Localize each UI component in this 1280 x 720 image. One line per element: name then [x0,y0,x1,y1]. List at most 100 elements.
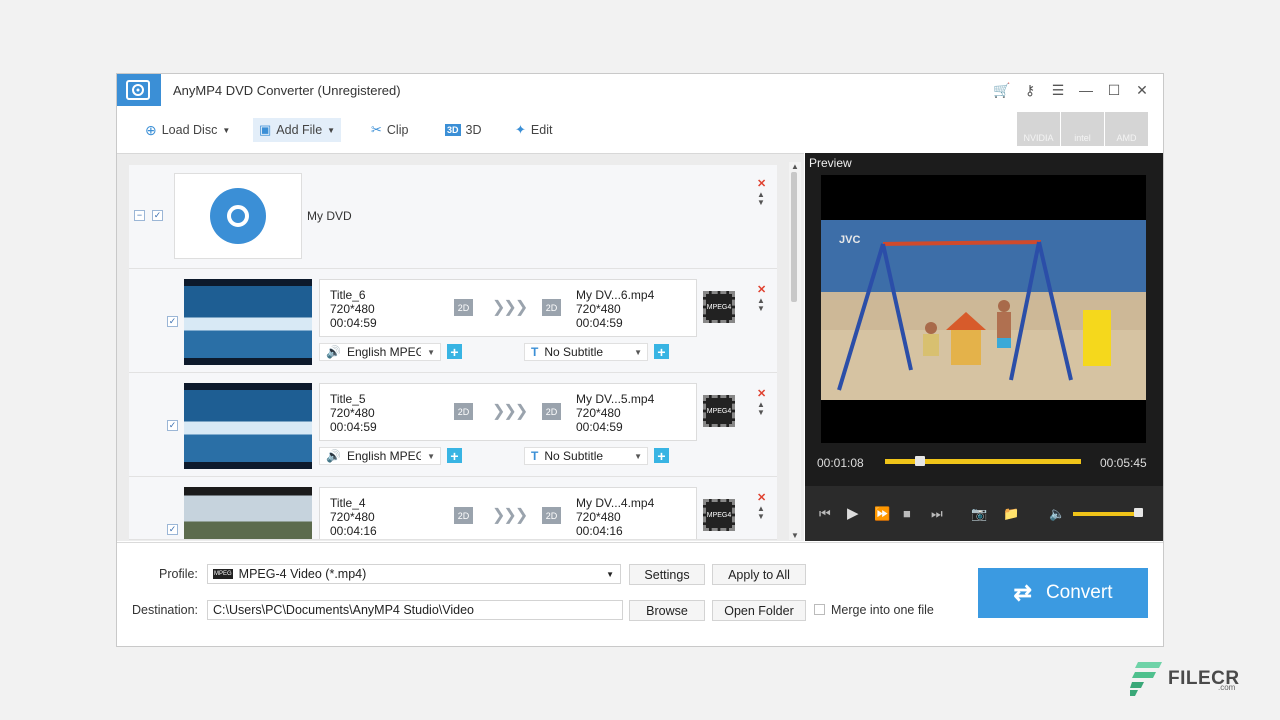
destination-input[interactable]: C:\Users\PC\Documents\AnyMP4 Studio\Vide… [207,600,623,620]
2d-badge: 2D [542,507,561,524]
format-icon[interactable]: MPEG4 [703,499,735,531]
reorder-arrows[interactable]: ▲▼ [757,191,765,207]
camera-icon[interactable]: 📷 [971,506,987,522]
output-duration: 00:04:59 [576,420,654,434]
audio-value: English MPEG [347,345,421,359]
add-audio-button[interactable]: + [447,344,462,359]
volume-slider[interactable] [1073,512,1143,516]
previous-icon[interactable]: ⏮ [819,506,831,522]
next-icon[interactable]: ⏭ [931,506,943,522]
audio-value: English MPEG [347,449,421,463]
subtitle-select[interactable]: T No Subtitle ▼ [524,343,648,361]
title-checkbox[interactable]: ✓ [167,316,178,327]
stop-icon[interactable]: ■ [903,506,911,521]
folder-icon[interactable]: 📁 [1003,506,1019,522]
subtitle-value: No Subtitle [544,449,603,463]
key-icon[interactable]: ⚷ [1019,80,1041,100]
remove-icon[interactable]: ✕ [757,177,766,190]
title-resolution: 720*480 [330,510,377,524]
dvd-checkbox[interactable]: ✓ [152,210,163,221]
subtitle-select[interactable]: T No Subtitle ▼ [524,447,648,465]
close-button[interactable]: ✕ [1131,80,1153,100]
remove-icon[interactable]: ✕ [757,387,766,400]
add-audio-button[interactable]: + [447,448,462,463]
edit-button[interactable]: ✦ Edit [509,118,558,142]
3d-label: 3D [466,123,482,137]
output-info[interactable]: My DV...5.mp4 720*480 00:04:59 [576,392,654,434]
destination-label: Destination: [132,603,198,617]
audio-select[interactable]: 🔊 English MPEG ▼ [319,447,441,465]
speaker-icon: 🔊 [326,449,341,463]
format-icon[interactable]: MPEG4 [703,291,735,323]
output-duration: 00:04:16 [576,524,654,538]
dvd-name: My DVD [307,209,352,223]
title-resolution: 720*480 [330,406,377,420]
output-name: My DV...5.mp4 [576,392,654,406]
scroll-down-icon[interactable]: ▼ [791,531,799,540]
minimize-button[interactable]: — [1075,80,1097,100]
video-player[interactable]: JVC [821,175,1146,443]
output-duration: 00:04:59 [576,316,654,330]
watermark-suffix: .com [1218,683,1235,692]
title-checkbox[interactable]: ✓ [167,524,178,535]
title-info: Title_5 720*480 00:04:59 2D ❯❯❯ 2D My DV… [319,383,697,441]
progress-handle[interactable] [915,456,925,466]
scroll-up-icon[interactable]: ▲ [791,162,799,171]
profile-label: Profile: [159,567,198,581]
output-info[interactable]: My DV...4.mp4 720*480 00:04:16 [576,496,654,538]
sparkle-icon: ✦ [515,122,526,138]
volume-icon[interactable]: 🔈 [1049,506,1065,522]
list-scrollbar[interactable]: ▲ ▼ [789,162,801,540]
clip-button[interactable]: ✂ Clip [365,118,414,142]
scissors-icon: ✂ [371,122,382,138]
menu-icon[interactable]: ☰ [1047,80,1069,100]
add-file-button[interactable]: ▣ Add File ▼ [253,118,341,142]
player-controls: ⏮ ▶ ⏩ ■ ⏭ 📷 📁 🔈 [805,486,1163,541]
scroll-thumb[interactable] [791,172,797,302]
reorder-arrows[interactable]: ▲▼ [757,401,765,417]
open-folder-button[interactable]: Open Folder [712,600,806,621]
profile-value: MPEG-4 Video (*.mp4) [239,567,367,581]
apply-to-all-button[interactable]: Apply to All [712,564,806,585]
convert-button[interactable]: ⇄ Convert [978,568,1148,618]
format-icon[interactable]: MPEG4 [703,395,735,427]
output-info[interactable]: My DV...6.mp4 720*480 00:04:59 [576,288,654,330]
intel-label: intel [1074,133,1091,143]
reorder-arrows[interactable]: ▲▼ [757,505,765,521]
video-frame: JVC [821,220,1146,400]
merge-checkbox[interactable] [814,604,825,615]
remove-icon[interactable]: ✕ [757,491,766,504]
collapse-toggle[interactable]: − [134,210,145,221]
remove-icon[interactable]: ✕ [757,283,766,296]
profile-select[interactable]: MPEG MPEG-4 Video (*.mp4) ▼ [207,564,621,584]
settings-button[interactable]: Settings [629,564,705,585]
arrow-icon: ❯❯❯ [492,401,526,421]
title-duration: 00:04:16 [330,524,377,538]
add-subtitle-button[interactable]: + [654,448,669,463]
title-checkbox[interactable]: ✓ [167,420,178,431]
audio-select[interactable]: 🔊 English MPEG ▼ [319,343,441,361]
chevron-down-icon: ▼ [327,126,335,135]
toolbar: ⊕ Load Disc ▼ ▣ Add File ▼ ✂ Clip 3D 3D … [117,112,817,144]
title-duration: 00:04:59 [330,420,377,434]
source-info: Title_5 720*480 00:04:59 [330,392,377,434]
3d-button[interactable]: 3D 3D [439,118,488,142]
disc-icon [210,188,266,244]
fast-forward-icon[interactable]: ⏩ [874,506,890,522]
browse-button[interactable]: Browse [629,600,705,621]
3d-icon: 3D [445,124,461,136]
title-row: ✓ Title_4 720*480 00:04:16 2D ❯❯❯ 2D My … [129,477,777,540]
window-title: AnyMP4 DVD Converter (Unregistered) [173,83,401,98]
load-disc-button[interactable]: ⊕ Load Disc ▼ [139,118,236,142]
volume-handle[interactable] [1134,508,1143,517]
arrow-icon: ❯❯❯ [492,297,526,317]
filecr-watermark: FILECR .com [1130,662,1240,696]
2d-badge: 2D [454,507,473,524]
maximize-button[interactable]: ☐ [1103,80,1125,100]
add-subtitle-button[interactable]: + [654,344,669,359]
reorder-arrows[interactable]: ▲▼ [757,297,765,313]
chevron-down-icon: ▼ [634,348,642,357]
play-icon[interactable]: ▶ [847,504,859,522]
2d-badge: 2D [454,299,473,316]
cart-icon[interactable]: 🛒 [991,80,1013,100]
